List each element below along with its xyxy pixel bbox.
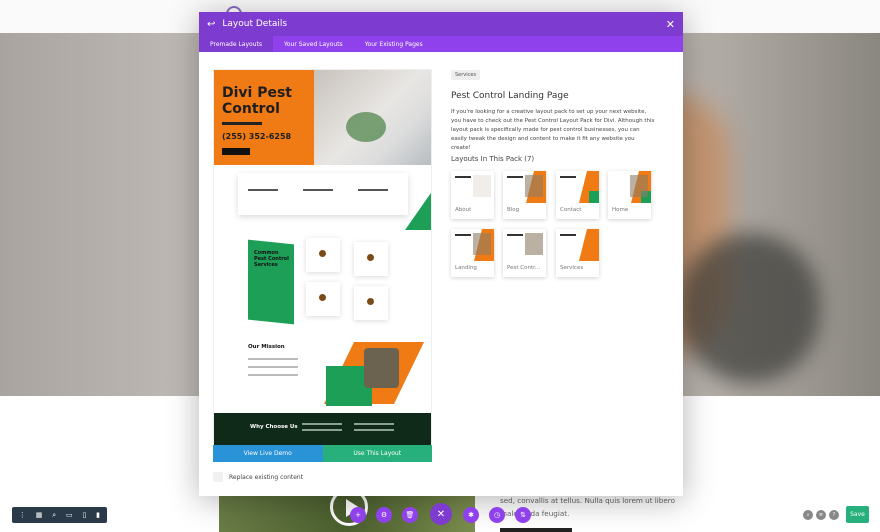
pack-description: If you're looking for a creative layout … bbox=[451, 109, 655, 151]
preview-services-title: Common Pest Control Services bbox=[254, 250, 289, 268]
preview-hero: Divi Pest Control (255) 352-6258 bbox=[214, 70, 431, 165]
search-icon[interactable]: ⌕ bbox=[803, 510, 813, 520]
tablet-view-icon[interactable]: ▯ bbox=[82, 511, 86, 519]
replace-label: Replace existing content bbox=[229, 473, 304, 481]
preview-mission: Our Mission bbox=[214, 338, 431, 413]
back-arrow-icon[interactable]: ↩ bbox=[207, 19, 215, 30]
modal-tabs: Premade Layouts Your Saved Layouts Your … bbox=[199, 36, 683, 52]
modal-header: ↩ Layout Details ✕ bbox=[199, 12, 683, 36]
layout-card-about[interactable]: About bbox=[451, 171, 494, 219]
preview-cards bbox=[214, 165, 431, 230]
layouts-heading: Layouts In This Pack (7) bbox=[451, 155, 535, 163]
background-button[interactable] bbox=[500, 528, 572, 532]
layout-card-home[interactable]: Home bbox=[608, 171, 651, 219]
preview-why-title: Why Choose Us bbox=[250, 424, 298, 430]
pack-title: Pest Control Landing Page bbox=[451, 91, 569, 101]
wireframe-icon[interactable]: ▦ bbox=[36, 511, 43, 519]
menu-dots-icon[interactable]: ⋮ bbox=[19, 511, 26, 519]
tab-existing-pages[interactable]: Your Existing Pages bbox=[354, 36, 434, 52]
preview-hero-phone: (255) 352-6258 bbox=[222, 132, 292, 141]
gear-icon[interactable]: ✱ bbox=[463, 507, 479, 523]
category-badge: Services bbox=[451, 70, 481, 80]
layout-card-contact[interactable]: Contact bbox=[556, 171, 599, 219]
save-button[interactable]: Save bbox=[846, 506, 869, 523]
settings-icon[interactable]: ⚙ bbox=[376, 507, 392, 523]
modal-title: Layout Details bbox=[222, 19, 288, 29]
preview-mission-title: Our Mission bbox=[248, 344, 285, 350]
tab-saved-layouts[interactable]: Your Saved Layouts bbox=[273, 36, 354, 52]
phone-view-icon[interactable]: ▮ bbox=[96, 511, 100, 519]
use-this-layout-button[interactable]: Use This Layout bbox=[322, 445, 432, 462]
layout-preview[interactable]: Divi Pest Control (255) 352-6258 Common … bbox=[213, 69, 432, 462]
help-icon[interactable]: ? bbox=[829, 510, 839, 520]
portability-icon[interactable]: ⇅ bbox=[515, 507, 531, 523]
view-live-demo-button[interactable]: View Live Demo bbox=[213, 445, 323, 462]
preview-services: Common Pest Control Services bbox=[214, 230, 431, 338]
zoom-icon[interactable]: ⌕ bbox=[52, 511, 56, 520]
layout-card-landing[interactable]: Landing bbox=[451, 229, 494, 277]
preview-hero-title: Divi Pest Control bbox=[222, 85, 292, 117]
delete-icon[interactable]: 🗑 bbox=[402, 507, 418, 523]
layout-details-modal: ↩ Layout Details ✕ Premade Layouts Your … bbox=[199, 12, 683, 496]
add-module-button[interactable]: + bbox=[350, 507, 366, 523]
layout-card-blog[interactable]: Blog bbox=[503, 171, 546, 219]
preview-buttons: View Live Demo Use This Layout bbox=[213, 445, 432, 462]
close-icon[interactable]: ✕ bbox=[666, 18, 675, 31]
bottom-left-toolbar: ⋮ ▦ ⌕ ▭ ▯ ▮ bbox=[12, 507, 107, 523]
layout-card-services[interactable]: Services bbox=[556, 229, 599, 277]
close-builder-button[interactable]: ✕ bbox=[430, 503, 452, 525]
replace-existing-option[interactable]: Replace existing content bbox=[213, 472, 303, 482]
tab-premade-layouts[interactable]: Premade Layouts bbox=[199, 36, 273, 52]
history-icon[interactable]: ◷ bbox=[489, 507, 505, 523]
desktop-view-icon[interactable]: ▭ bbox=[66, 511, 73, 519]
replace-checkbox[interactable] bbox=[213, 472, 223, 482]
layers-icon[interactable]: ≡ bbox=[816, 510, 826, 520]
layout-card-pest-control[interactable]: Pest Contr... bbox=[503, 229, 546, 277]
